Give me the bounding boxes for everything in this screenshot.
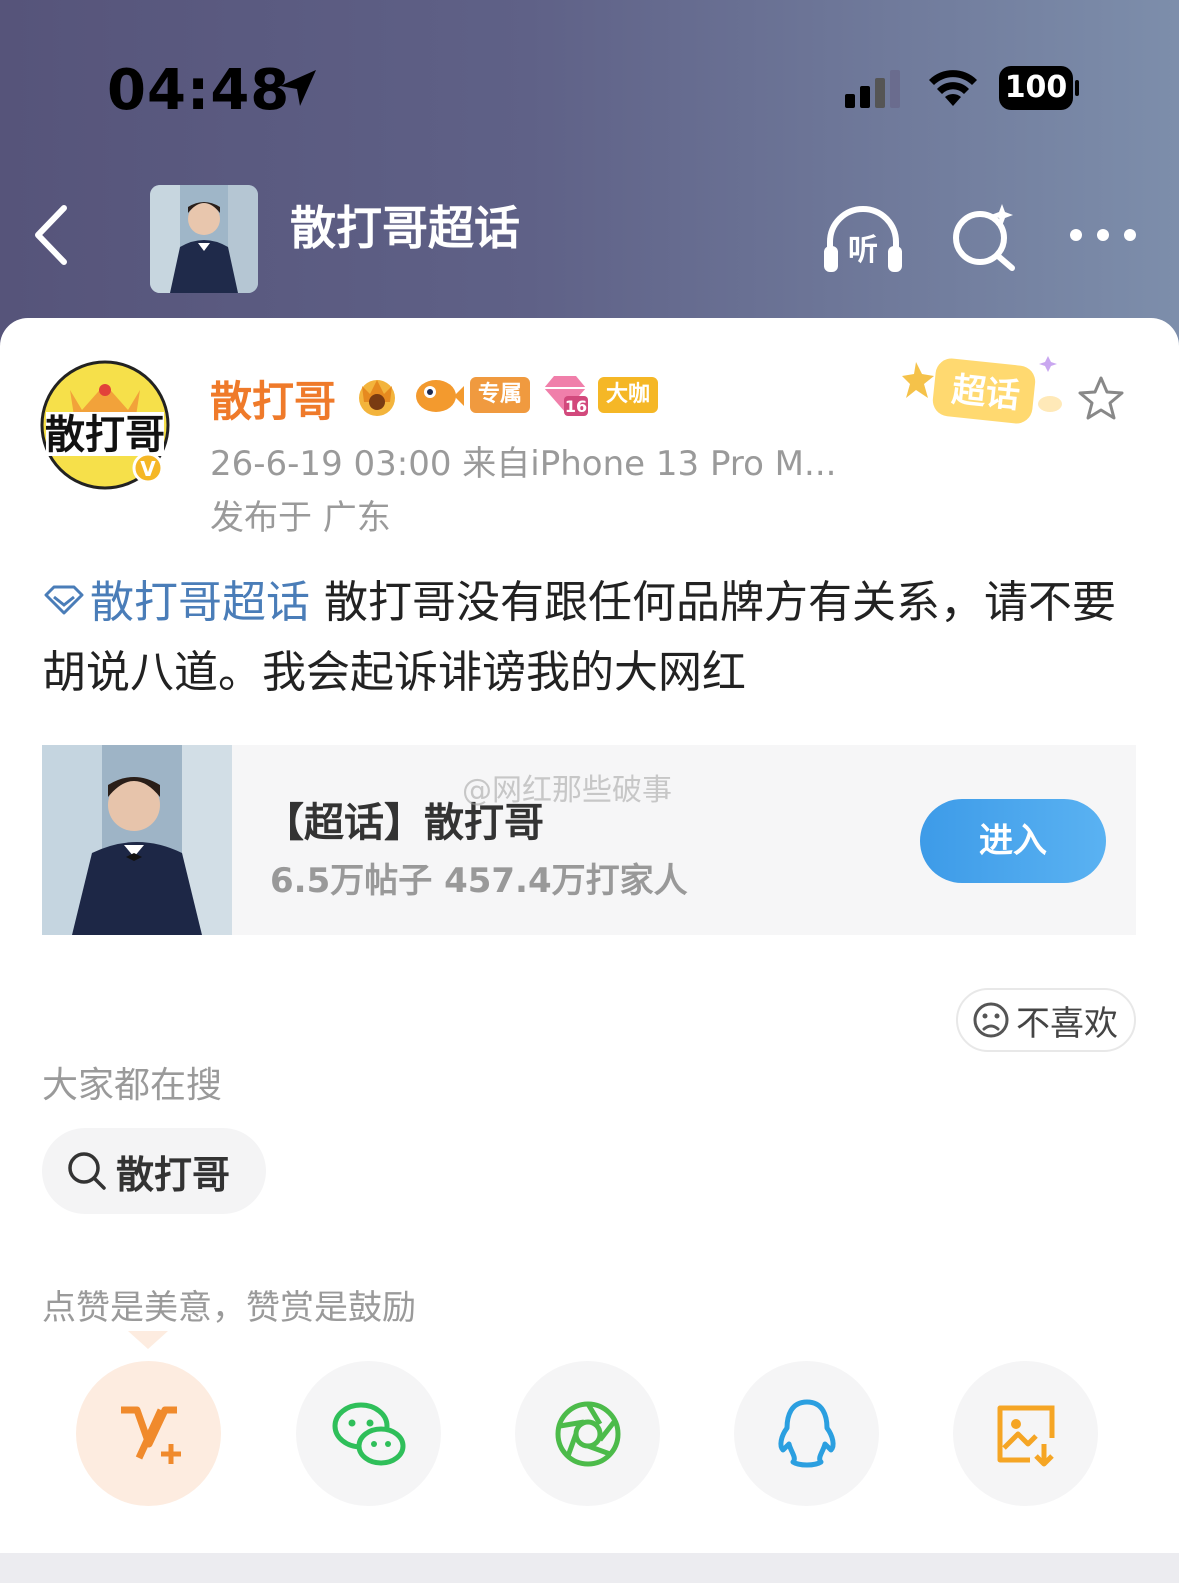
pointer-triangle (128, 1331, 168, 1349)
post-body: 散打哥超话 散打哥没有跟任何品牌方有关系，请不要胡说八道。我会起诉诽谤我的大网红 (42, 568, 1122, 708)
fish-badge-icon[interactable] (410, 372, 464, 418)
dislike-button[interactable]: 不喜欢 (956, 988, 1136, 1052)
search-sparkle-icon[interactable] (950, 200, 1022, 272)
post-location: 发布于 广东 (210, 498, 391, 538)
vip-icon (120, 1406, 181, 1464)
favorite-star-icon[interactable] (1076, 374, 1126, 424)
supertopic-link[interactable]: 散打哥超话 (42, 577, 310, 628)
trending-search-heading: 大家都在搜 (42, 1065, 223, 1106)
supertopic-diamond-icon (44, 585, 84, 615)
battery-tip (1075, 80, 1079, 96)
qq-icon (777, 1399, 836, 1467)
listen-label: 听 (848, 233, 878, 268)
trending-search-chip[interactable]: 散打哥 (42, 1128, 266, 1214)
supertopic-sticker-label: 超话 (950, 370, 1022, 417)
battery-level: 100 (999, 66, 1073, 110)
cellular-signal-icon (845, 70, 900, 108)
vip-share-button[interactable] (76, 1361, 221, 1506)
exclusive-tag[interactable]: 专属 (470, 377, 531, 413)
reward-hint-text: 点赞是美意，赞赏是鼓励 (42, 1288, 416, 1328)
author-avatar[interactable]: 散打哥 V (40, 360, 170, 490)
watermark-text: @网红那些破事 (462, 773, 672, 808)
more-options-icon[interactable] (1068, 220, 1138, 250)
trending-search-label: 散打哥 (116, 1152, 231, 1197)
listen-headphones-icon[interactable]: 听 (822, 204, 904, 274)
supertopic-sticker-icon[interactable]: 超话 (898, 348, 1068, 428)
dislike-label: 不喜欢 (1016, 1003, 1118, 1044)
qq-share-button[interactable] (734, 1361, 879, 1506)
moments-share-button[interactable] (515, 1361, 660, 1506)
search-icon (68, 1152, 106, 1190)
crown-medal-icon[interactable] (350, 372, 404, 418)
save-image-share-button[interactable] (953, 1361, 1098, 1506)
back-chevron-icon[interactable] (30, 202, 74, 268)
nav-title: 散打哥超话 (290, 201, 520, 255)
portrait-image (42, 745, 232, 935)
svg-text:散打哥: 散打哥 (45, 412, 165, 458)
status-time: 04:48 (107, 58, 291, 123)
battery-indicator: 100 (999, 66, 1079, 110)
wifi-icon (929, 70, 977, 106)
share-row (76, 1361, 1106, 1506)
sad-face-icon (973, 1002, 1009, 1038)
wechat-share-button[interactable] (296, 1361, 441, 1506)
supertopic-card-stats: 6.5万帖子 457.4万打家人 (270, 861, 688, 901)
level-number: 16 (565, 397, 587, 416)
location-arrow-icon (280, 70, 316, 106)
author-name[interactable]: 散打哥 (210, 368, 336, 429)
supertopic-card[interactable]: 【超话】散打哥 6.5万帖子 457.4万打家人 @网红那些破事 进入 (42, 745, 1136, 935)
supertopic-card-thumbnail (42, 745, 232, 935)
vip-tag[interactable]: 大咖 (598, 377, 659, 413)
bottom-bar (0, 1553, 1179, 1583)
author-badges: 专属 16 大咖 (350, 370, 666, 420)
post-card: 散打哥 V 散打哥 专属 16 大咖 26-6-19 03:00 来自iPhon… (0, 318, 1179, 1553)
wechat-icon (332, 1402, 405, 1465)
portrait-image (150, 185, 258, 293)
save-image-icon (997, 1405, 1054, 1466)
svg-text:V: V (140, 457, 156, 481)
enter-supertopic-button[interactable]: 进入 (920, 799, 1106, 883)
diamond-level-badge-icon[interactable]: 16 (538, 372, 592, 418)
moments-icon (555, 1401, 620, 1466)
post-meta: 26-6-19 03:00 来自iPhone 13 Pro M... (210, 444, 837, 484)
supertopic-avatar[interactable] (150, 185, 258, 293)
supertopic-link-label: 散打哥超话 (90, 577, 310, 628)
status-bar: 04:48 100 (0, 0, 1179, 150)
nav-bar: 散打哥超话 听 (0, 170, 1179, 310)
